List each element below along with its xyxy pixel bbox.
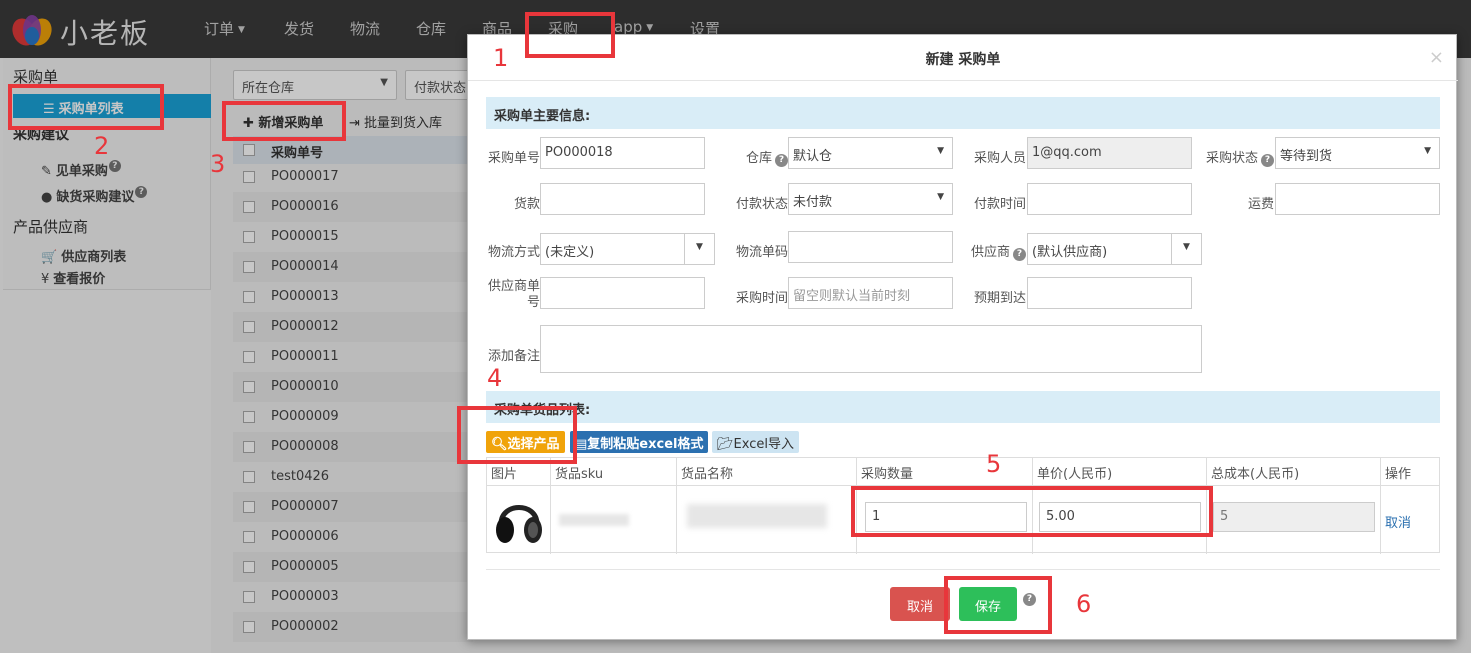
purchase-time-label: 采购时间 (735, 291, 788, 306)
caret-down-icon: ▼ (1424, 146, 1431, 156)
warehouse-label: 仓库? (726, 147, 788, 167)
dialog-title: 新建 采购单 (468, 35, 1458, 81)
annotation-number-3: 3 (210, 150, 226, 178)
blurred-name (687, 504, 827, 528)
status-select[interactable]: 等待到货 ▼ (1275, 137, 1440, 169)
logistics-label: 物流方式 (487, 245, 540, 260)
total-cell: 5 (1207, 486, 1381, 554)
freight-input[interactable] (1275, 183, 1440, 215)
goods-amount-label: 货款 (513, 197, 540, 212)
supplier-select[interactable]: (默认供应商) ▼ (1027, 233, 1202, 265)
help-icon[interactable]: ? (1261, 154, 1274, 167)
freight-label: 运费 (1247, 197, 1274, 212)
buyer-input: 1@qq.com (1027, 137, 1192, 169)
excel-import-button[interactable]: 📂︎Excel导入 (712, 431, 799, 453)
cancel-button[interactable]: 取消 (890, 587, 950, 621)
total-input: 5 (1213, 502, 1375, 532)
eta-label: 预期到达 (973, 291, 1026, 306)
sku-cell (551, 486, 677, 554)
folder-icon: 📂︎ (717, 437, 734, 452)
caret-down-icon[interactable]: ▼ (684, 234, 714, 264)
annotation-number-1: 1 (493, 44, 509, 72)
close-icon[interactable]: × (1429, 47, 1444, 68)
headphones-image (496, 505, 542, 543)
col-price: 单价(人民币) (1033, 458, 1207, 486)
help-icon[interactable]: ? (1013, 248, 1026, 261)
blurred-sku (559, 514, 629, 526)
footer-divider (486, 569, 1440, 570)
cancel-row-link[interactable]: 取消 (1385, 512, 1411, 531)
caret-down-icon[interactable]: ▼ (1171, 234, 1201, 264)
product-image-cell (487, 486, 551, 554)
annotation-box-2 (8, 84, 164, 130)
logistics-select[interactable]: (未定义) ▼ (540, 233, 715, 265)
annotation-box-3 (222, 101, 346, 141)
pay-time-input[interactable] (1027, 183, 1192, 215)
caret-down-icon: ▼ (937, 192, 944, 202)
col-action: 操作 (1381, 458, 1439, 486)
pay-time-label: 付款时间 (973, 197, 1026, 212)
annotation-box-6 (944, 576, 1052, 634)
remark-label: 添加备注 (487, 349, 540, 364)
supplier-no-label: 供应商单号 (487, 279, 540, 310)
po-no-label: 采购单号 (487, 151, 540, 166)
annotation-number-5: 5 (986, 450, 1002, 478)
eta-input[interactable] (1027, 277, 1192, 309)
supplier-no-input[interactable] (540, 277, 705, 309)
annotation-number-2: 2 (94, 132, 110, 160)
main-info-header: 采购单主要信息: (486, 97, 1440, 129)
buyer-label: 采购人员 (973, 151, 1026, 166)
copy-excel-button[interactable]: ▤复制粘贴excel格式 (570, 431, 709, 453)
annotation-number-6: 6 (1076, 590, 1092, 618)
po-no-input[interactable]: PO000018 (540, 137, 705, 169)
pay-status-label: 付款状态 (735, 197, 788, 212)
name-cell (677, 486, 857, 554)
annotation-box-4 (457, 406, 577, 464)
supplier-label: 供应商? (962, 241, 1026, 261)
annotation-number-4: 4 (487, 364, 503, 392)
status-label: 采购状态? (1200, 147, 1274, 167)
tracking-input[interactable] (788, 231, 953, 263)
tracking-label: 物流单码 (735, 245, 788, 260)
annotation-box-5 (851, 486, 1213, 537)
annotation-box-1 (525, 12, 615, 58)
col-name: 货品名称 (677, 458, 857, 486)
col-total: 总成本(人民币) (1207, 458, 1381, 486)
col-qty: 采购数量 (857, 458, 1033, 486)
pay-status-select[interactable]: 未付款 ▼ (788, 183, 953, 215)
new-po-dialog: 新建 采购单 × 采购单主要信息: 采购单号 PO000018 仓库? 默认仓 ▼… (467, 34, 1458, 640)
goods-amount-input[interactable] (540, 183, 705, 215)
goods-list-header: 采购单货品列表: (486, 391, 1440, 423)
action-cell: 取消 (1381, 486, 1439, 554)
help-icon[interactable]: ? (775, 154, 788, 167)
remark-textarea[interactable] (540, 325, 1202, 373)
purchase-time-input[interactable]: 留空则默认当前时刻 (788, 277, 953, 309)
warehouse-select[interactable]: 默认仓 ▼ (788, 137, 953, 169)
caret-down-icon: ▼ (937, 146, 944, 156)
